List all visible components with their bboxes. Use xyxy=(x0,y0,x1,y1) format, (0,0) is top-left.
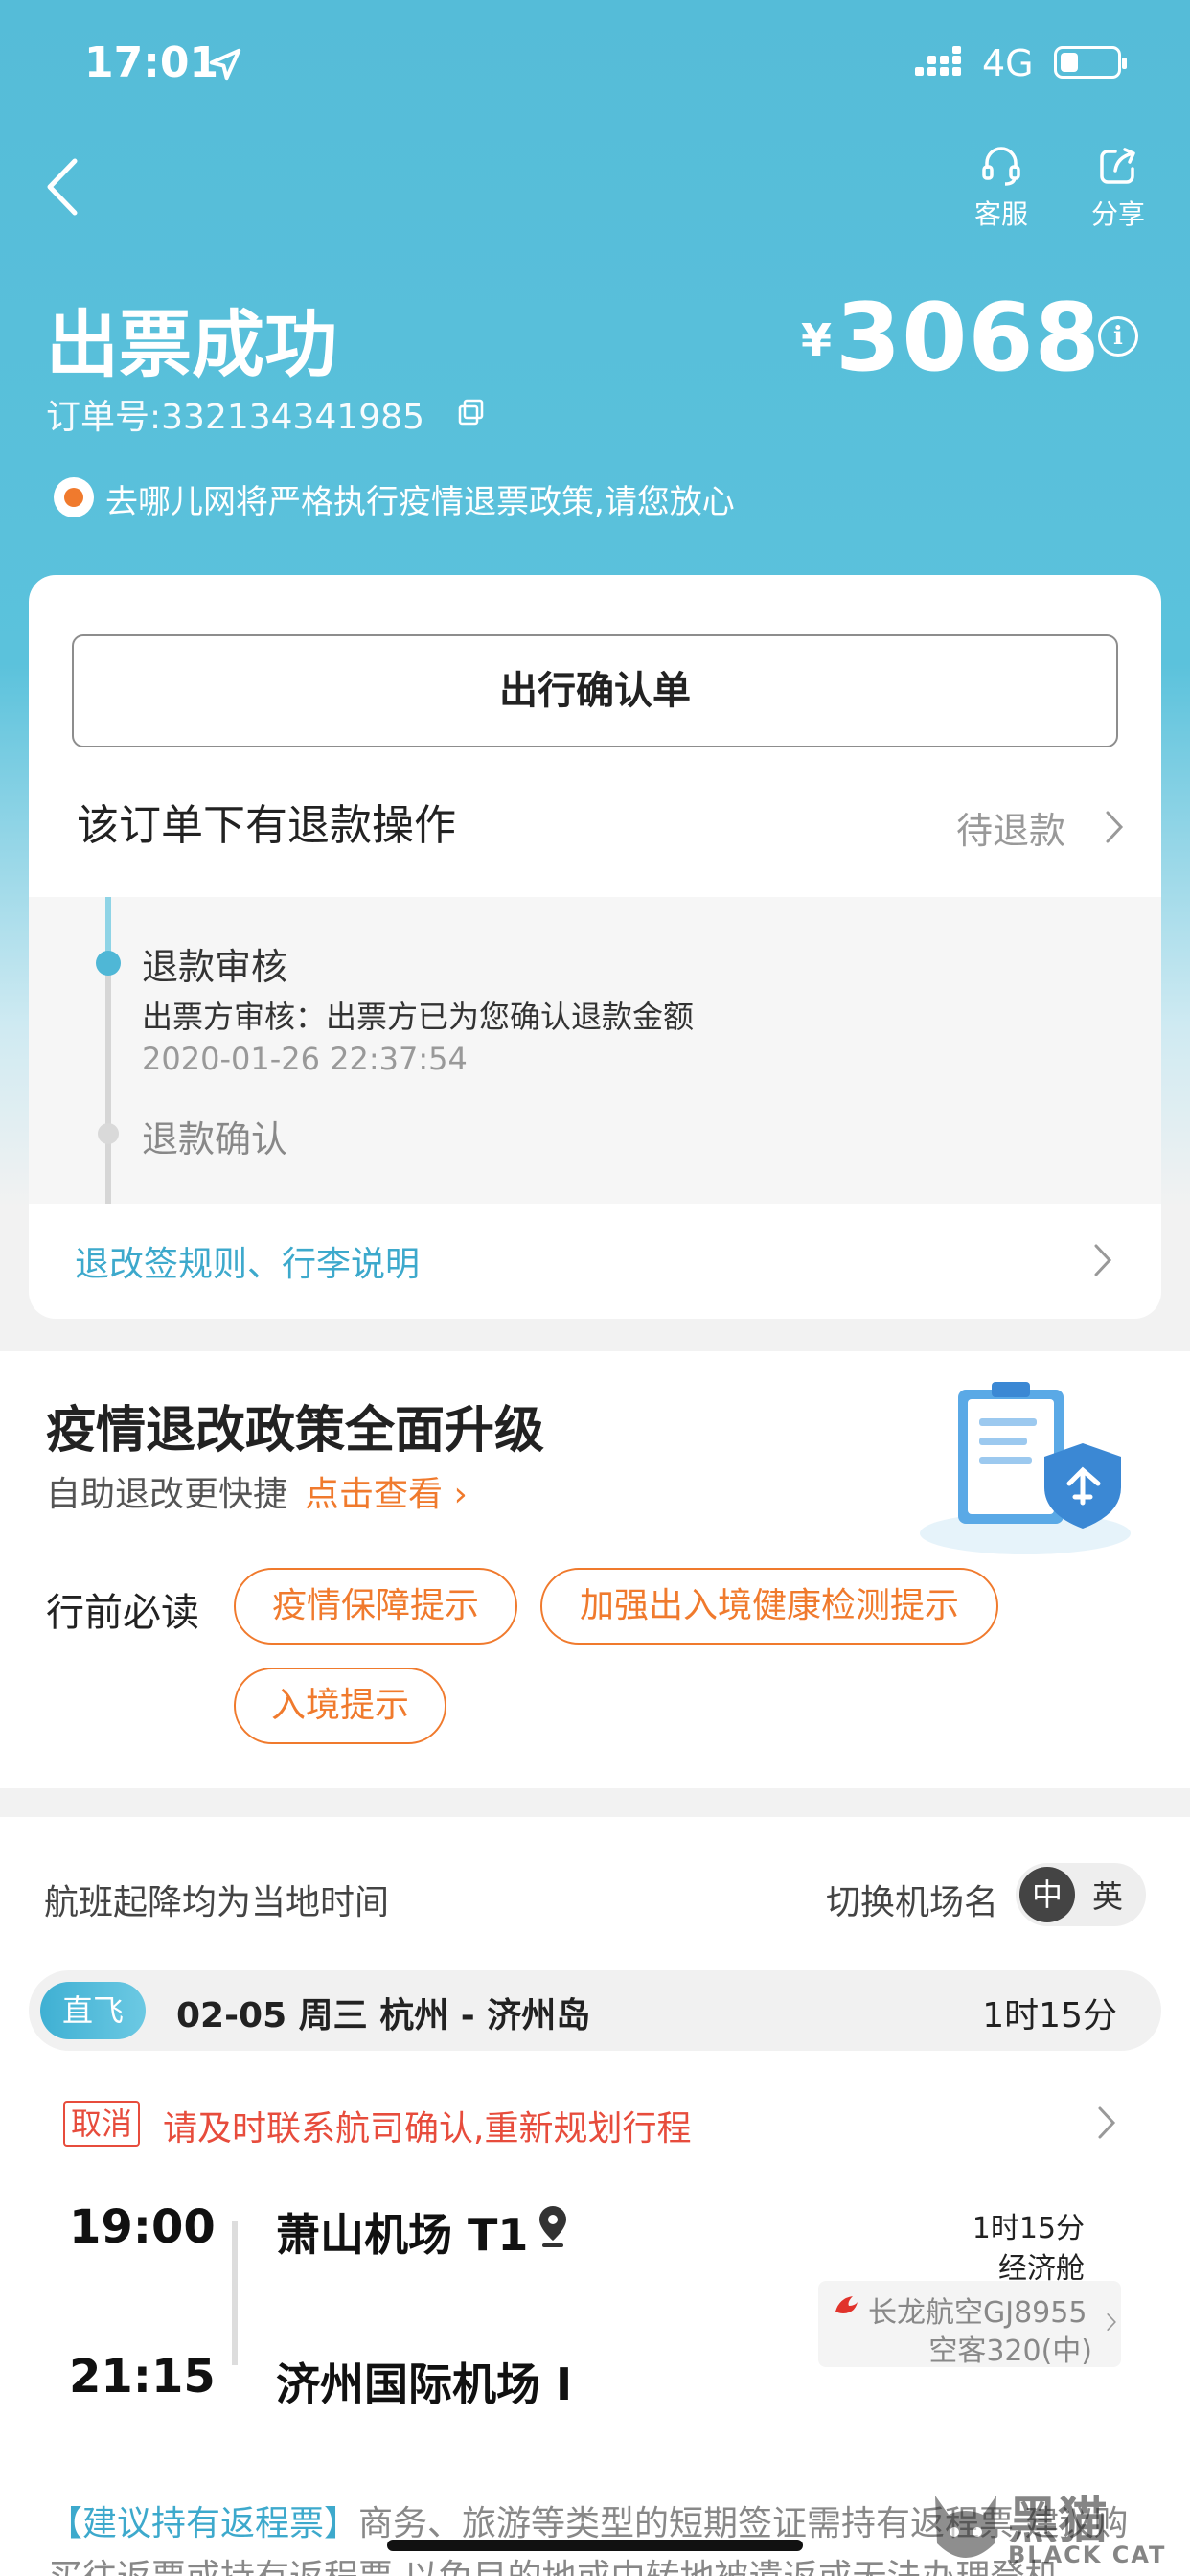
headset-icon xyxy=(982,147,1020,186)
policy-section: 疫情退改政策全面升级 自助退改更快捷 点击查看 › 行前必读 疫情保障提示 加强… xyxy=(0,1351,1190,1788)
back-button[interactable] xyxy=(38,153,86,220)
pill-health-check[interactable]: 加强出入境健康检测提示 xyxy=(540,1568,998,1644)
timeline-line-active xyxy=(105,897,111,954)
note-highlight: 【建议持有返程票】 xyxy=(48,2504,359,2543)
order-card: 出行确认单 该订单下有退款操作 待退款 退款审核 出票方审核：出票方已为您确认退… xyxy=(29,575,1161,1319)
battery-icon xyxy=(1054,46,1127,79)
pill-epidemic-guarantee[interactable]: 疫情保障提示 xyxy=(234,1568,517,1644)
copy-icon[interactable] xyxy=(456,397,487,427)
info-icon[interactable]: i xyxy=(1098,316,1138,356)
share-button[interactable]: 分享 xyxy=(1065,144,1171,232)
notice-text: 去哪儿网将严格执行疫情退票政策,请您放心 xyxy=(105,483,735,521)
airline-logo-icon xyxy=(835,2296,858,2313)
travel-confirmation-button[interactable]: 出行确认单 xyxy=(72,634,1118,748)
price-amount: 3068 xyxy=(835,284,1101,393)
must-read-label: 行前必读 xyxy=(46,1591,199,1635)
cat-logo-icon xyxy=(935,2496,996,2558)
timeline-step-title: 退款审核 xyxy=(142,946,288,988)
refund-timeline: 退款审核 出票方审核：出票方已为您确认退款金额 2020-01-26 22:37… xyxy=(29,897,1161,1204)
timeline-dot xyxy=(98,1123,119,1144)
service-label: 客服 xyxy=(973,198,1028,230)
watermark-subtext: BLACK CAT xyxy=(1008,2542,1167,2568)
flight-section: 航班起降均为当地时间 切换机场名 中 英 直飞 02-05 周三 杭州 - 济州… xyxy=(0,1817,1190,2576)
policy-subtitle: 自助退改更快捷 xyxy=(46,1475,288,1514)
page-title: 出票成功 xyxy=(46,302,337,387)
order-number: 订单号:332134341985 xyxy=(46,398,424,437)
cancel-notice[interactable]: 请及时联系航司确认,重新规划行程 xyxy=(163,2101,691,2150)
direct-flight-tag: 直飞 xyxy=(40,1982,146,2039)
chevron-right-icon xyxy=(1106,811,1124,843)
local-time-note: 航班起降均为当地时间 xyxy=(44,1883,390,1922)
timeline-step-time: 2020-01-26 22:37:54 xyxy=(142,1041,468,1077)
route-bar: 直飞 02-05 周三 杭州 - 济州岛 1时15分 xyxy=(29,1970,1161,2051)
airline-flight-number: 长龙航空GJ8955 xyxy=(868,2296,1087,2330)
notice-dot-icon xyxy=(54,477,94,518)
chevron-right-icon xyxy=(1107,2312,1116,2331)
policy-title: 疫情退改政策全面升级 xyxy=(46,1402,545,1460)
map-pin-icon[interactable] xyxy=(537,2204,569,2248)
route-duration: 1时15分 xyxy=(982,1996,1117,2036)
customer-service-button[interactable]: 客服 xyxy=(949,144,1054,232)
airline-info[interactable]: 长龙航空GJ8955 空客320(中) xyxy=(818,2281,1121,2368)
location-arrow-icon xyxy=(209,48,241,80)
timeline-step-title: 退款确认 xyxy=(142,1118,288,1161)
language-toggle[interactable]: 中 英 xyxy=(1016,1863,1146,1926)
timeline-dot-active xyxy=(96,951,121,976)
timeline-step-desc: 出票方审核：出票方已为您确认退款金额 xyxy=(142,999,695,1035)
segment-line xyxy=(232,2221,238,2365)
signal-icon xyxy=(915,46,961,76)
aircraft-type: 空客320(中) xyxy=(928,2334,1092,2368)
arrival-airport: 济州国际机场 I xyxy=(276,2358,573,2410)
segment-duration: 1时15分 xyxy=(972,2212,1085,2245)
share-icon xyxy=(1100,148,1135,184)
price-currency: ¥ xyxy=(801,314,833,366)
watermark: 黑猫 BLACK CAT xyxy=(927,2471,1190,2576)
chevron-right-icon xyxy=(1098,2106,1116,2139)
departure-airport: 萧山机场 T1 xyxy=(276,2209,529,2261)
refund-status[interactable]: 待退款 xyxy=(956,801,1065,854)
toggle-option-cn[interactable]: 中 xyxy=(1019,1867,1075,1922)
route-summary: 02-05 周三 杭州 - 济州岛 xyxy=(176,1996,591,2036)
chevron-right-icon xyxy=(1094,1244,1112,1276)
rules-link[interactable]: 退改签规则、行李说明 xyxy=(75,1236,420,1286)
status-time: 17:01 xyxy=(84,38,219,87)
airport-name-switch-label: 切换机场名 xyxy=(826,1883,999,1922)
policy-view-link[interactable]: 点击查看 › xyxy=(305,1466,468,1516)
share-label: 分享 xyxy=(1090,198,1145,230)
toggle-option-en[interactable]: 英 xyxy=(1092,1873,1123,1917)
home-indicator[interactable] xyxy=(387,2540,803,2551)
arrival-time: 21:15 xyxy=(69,2350,216,2404)
document-shield-icon xyxy=(920,1382,1131,1554)
departure-time: 19:00 xyxy=(69,2200,216,2254)
network-type: 4G xyxy=(982,42,1034,84)
pill-entry-notice[interactable]: 入境提示 xyxy=(234,1668,446,1744)
refund-title: 该订单下有退款操作 xyxy=(77,801,456,850)
cancel-badge: 取消 xyxy=(63,2101,141,2147)
